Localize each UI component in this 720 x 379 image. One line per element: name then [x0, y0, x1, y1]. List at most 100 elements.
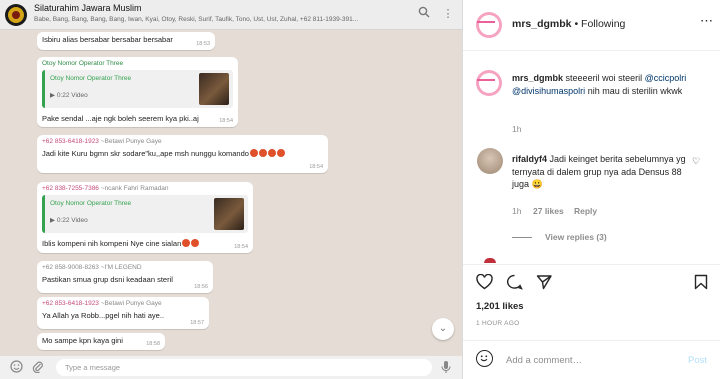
following-button[interactable]: Following	[581, 18, 625, 30]
message-input-placeholder: Type a message	[65, 363, 121, 372]
likes-count[interactable]: 1,201 likes	[476, 301, 524, 312]
emoji-icon[interactable]	[476, 350, 493, 367]
microphone-icon[interactable]	[441, 360, 451, 377]
sender-name: ~Betawi Punye Gaye	[100, 300, 162, 307]
message-input[interactable]: Type a message	[56, 359, 432, 376]
message-text: Mo sampe kpn kaya gini	[42, 336, 123, 345]
group-members: Babe, Bang, Bang, Bang, Bang, Iwan, Kyai…	[34, 16, 359, 23]
message-time: 18:54	[219, 118, 233, 124]
message-bubble[interactable]: +62 838-7255-7386 ~ncank Fahri Ramadan O…	[37, 182, 253, 253]
quoted-video[interactable]: Otoy Nomor Operator Three ▶ 0:22 Video	[42, 195, 248, 233]
quoted-sender: Otoy Nomor Operator Three	[50, 200, 132, 207]
sender-number: +62 853-6418-1923	[42, 138, 99, 145]
message-text-content: Jadi kite Kuru bgmn skr sodare"ku,,ape m…	[42, 149, 249, 158]
scroll-down-button[interactable]: ⌄	[432, 318, 454, 340]
instagram-post-panel: mrs_dgmbk • Following ⋯ mrs_dgmbk steeee…	[462, 0, 720, 379]
angry-emoji-icon	[249, 149, 258, 157]
message-text-content: Iblis kompeni nih kompeni Nye cine siala…	[42, 239, 182, 248]
video-thumbnail[interactable]	[199, 73, 229, 105]
angry-emoji-icon	[191, 239, 200, 247]
message-text: Jadi kite Kuru bgmn skr sodare"ku,,ape m…	[42, 149, 323, 158]
comment-box-divider	[463, 340, 720, 341]
sender-name: ~ncank Fahri Ramadan	[100, 185, 169, 192]
view-replies-line	[512, 237, 532, 238]
quoted-meta-text: 0:22 Video	[56, 217, 88, 224]
attach-icon[interactable]	[32, 360, 44, 376]
comment-icon[interactable]	[506, 274, 523, 293]
message-time: 18:56	[194, 284, 208, 290]
more-options-icon[interactable]: ⋯	[700, 13, 713, 29]
video-thumbnail[interactable]	[214, 198, 244, 230]
group-avatar[interactable]	[5, 4, 27, 26]
post-caption: mrs_dgmbk steeeeril woi steeril @ccicpol…	[512, 72, 712, 97]
quoted-meta-text: 0:22 Video	[56, 92, 88, 99]
share-icon[interactable]	[536, 274, 552, 293]
message-time: 18:57	[190, 320, 204, 326]
post-comment-button[interactable]: Post	[688, 355, 707, 366]
caption-username[interactable]: mrs_dgmbk	[512, 73, 563, 83]
profile-avatar[interactable]	[476, 12, 502, 38]
search-icon[interactable]	[416, 6, 432, 22]
message-bubble[interactable]: +62 858-9008-8263 ~I'M LEGEND Pastikan s…	[37, 261, 213, 293]
posted-time[interactable]: 1 HOUR AGO	[476, 320, 519, 327]
video-icon: ▶	[50, 217, 55, 224]
quoted-meta: ▶ 0:22 Video	[50, 91, 88, 99]
message-text: Isbiru alias bersabar bersabar bersabar	[42, 35, 173, 44]
quoted-meta: ▶ 0:22 Video	[50, 216, 88, 224]
reply-button[interactable]: Reply	[574, 206, 597, 216]
angry-emoji-icon	[267, 149, 276, 157]
comment-time[interactable]: 1h	[512, 206, 521, 216]
sender-number: +62 858-9008-8263	[42, 264, 99, 271]
like-icon[interactable]	[476, 273, 493, 293]
save-bookmark-icon[interactable]	[694, 274, 708, 293]
actions-divider	[463, 264, 720, 265]
sender-number: +62 853-6418-1923	[42, 300, 99, 307]
message-text: Pake sendal ...aje ngk boleh seerem kya …	[42, 114, 199, 123]
angry-emoji-icon	[182, 239, 191, 247]
angry-emoji-icon	[258, 149, 267, 157]
compose-bar: Type a message	[0, 356, 462, 379]
add-comment-input[interactable]: Add a comment…	[506, 355, 582, 366]
group-name: Silaturahim Jawara Muslim	[34, 3, 142, 13]
message-sender: Otoy Nomor Operator Three	[42, 60, 124, 67]
message-text: Ya Allah ya Robb...pgel nih hati aye..	[42, 311, 165, 320]
whatsapp-chat-panel: Silaturahim Jawara Muslim Babe, Bang, Ba…	[0, 0, 462, 379]
emoji-icon[interactable]	[10, 360, 23, 376]
caption-avatar[interactable]	[476, 70, 502, 96]
screenshot-root: Silaturahim Jawara Muslim Babe, Bang, Ba…	[0, 0, 720, 379]
mention-link[interactable]: @divisihumaspolri	[512, 86, 585, 96]
comment-likes[interactable]: 27 likes	[533, 206, 564, 216]
message-text: Pastikan smua grup dsni keadaan steril	[42, 275, 173, 284]
message-sender: +62 858-9008-8263 ~I'M LEGEND	[42, 264, 208, 271]
chevron-down-icon: ⌄	[438, 323, 448, 334]
message-bubble[interactable]: Mo sampe kpn kaya gini 18:58	[37, 333, 165, 350]
post-username[interactable]: mrs_dgmbk	[512, 18, 572, 30]
caption-time[interactable]: 1h	[512, 124, 521, 134]
message-time: 18:54	[309, 164, 323, 170]
message-bubble[interactable]: +62 853-6418-1923 ~Betawi Punye Gaye Ya …	[37, 297, 209, 329]
commenter-avatar[interactable]	[477, 148, 503, 174]
message-sender: +62 838-7255-7386 ~ncank Fahri Ramadan	[42, 185, 248, 192]
quoted-sender: Otoy Nomor Operator Three	[50, 75, 132, 82]
comment-like-icon[interactable]: ♡	[692, 156, 700, 167]
quoted-video[interactable]: Otoy Nomor Operator Three ▶ 0:22 Video	[42, 70, 233, 108]
message-sender: +62 853-6418-1923 ~Betawi Punye Gaye	[42, 138, 323, 145]
header-divider	[463, 50, 720, 51]
mention-link[interactable]: @ccicpolri	[645, 73, 687, 83]
message-bubble[interactable]: +62 853-6418-1923 ~Betawi Punye Gaye Jad…	[37, 135, 328, 173]
sender-name: ~Betawi Punye Gaye	[100, 138, 162, 145]
sender-name: ~I'M LEGEND	[100, 264, 142, 271]
message-text: Iblis kompeni nih kompeni Nye cine siala…	[42, 239, 248, 248]
partial-avatar	[484, 258, 496, 263]
chat-header[interactable]: Silaturahim Jawara Muslim Babe, Bang, Ba…	[0, 0, 462, 30]
message-sender: +62 853-6418-1923 ~Betawi Punye Gaye	[42, 300, 204, 307]
comment: rifaldyf4 Jadi keinget berita sebelumnya…	[512, 153, 687, 191]
comment-username[interactable]: rifaldyf4	[512, 154, 547, 164]
message-bubble[interactable]: Otoy Nomor Operator Three Otoy Nomor Ope…	[37, 57, 238, 127]
post-header-text: mrs_dgmbk • Following	[512, 18, 626, 30]
view-replies-button[interactable]: View replies (3)	[545, 232, 607, 242]
message-time: 18:58	[146, 341, 160, 347]
video-icon: ▶	[50, 92, 55, 99]
message-bubble[interactable]: Isbiru alias bersabar bersabar bersabar …	[37, 32, 215, 50]
menu-icon[interactable]: ⋮	[440, 6, 456, 22]
